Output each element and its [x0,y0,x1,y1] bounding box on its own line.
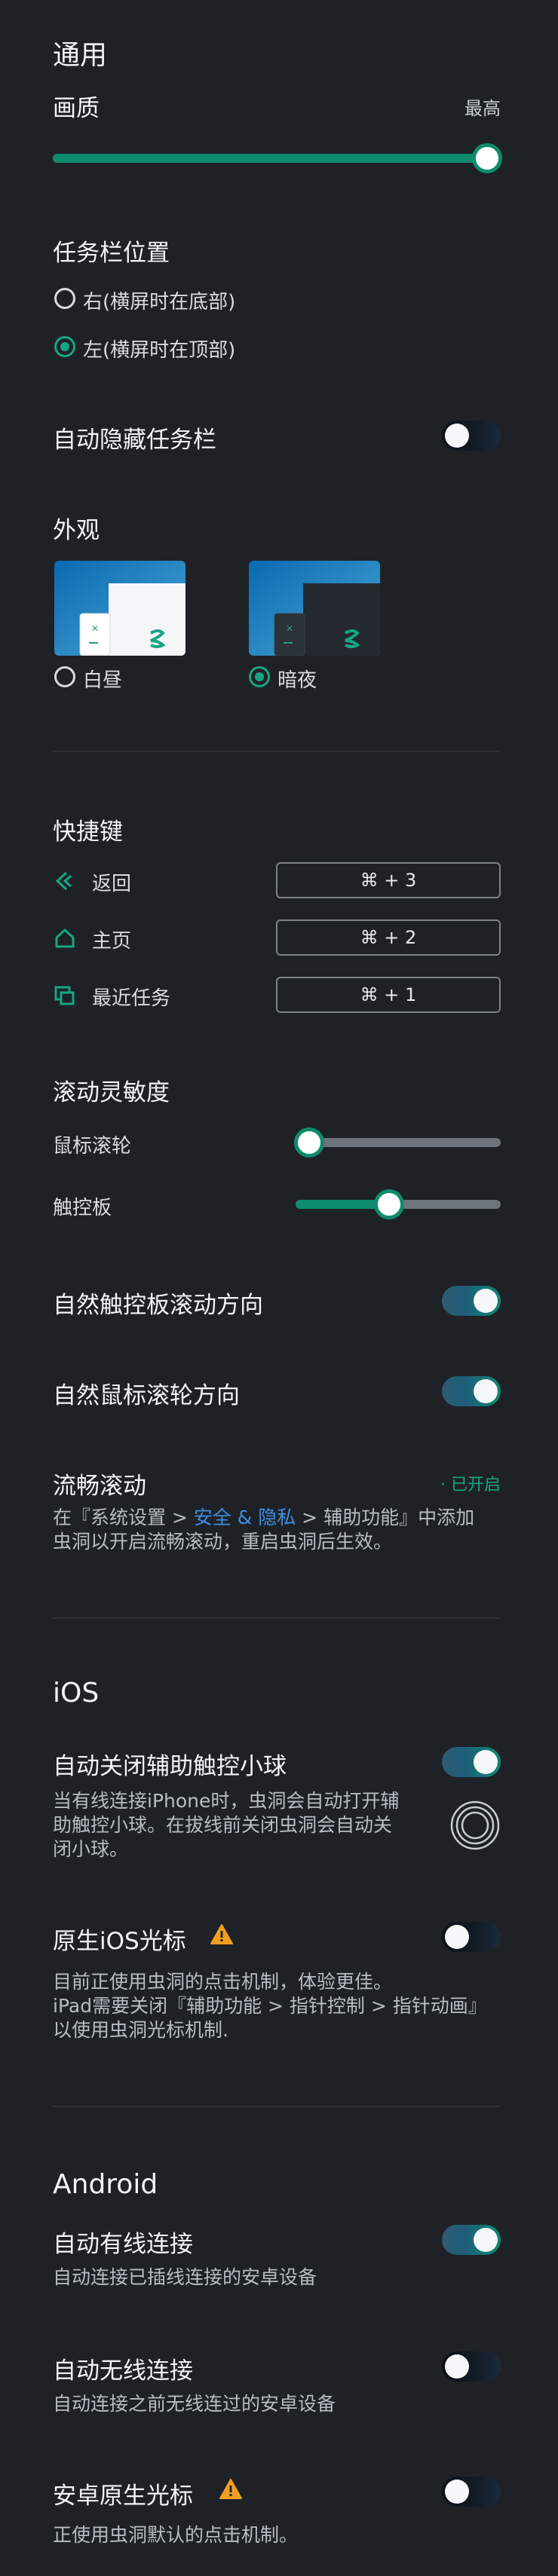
assistive-touch-ball-icon [449,1800,501,1854]
android-native-cursor-description: 正使用虫洞默认的点击机制。 [53,2524,299,2546]
auto-wireless-label: 自动无线连接 [53,2357,193,2385]
section-title-taskbar: 任务栏位置 [53,240,170,267]
warning-icon [219,2478,243,2501]
desc-line: 助触控小球。在拔线前关闭虫洞会自动关 [53,1814,393,1836]
desc-line: 当有线连接iPhone时，虫洞会自动打开辅 [53,1790,400,1812]
trackpad-slider-thumb[interactable] [374,1189,404,1219]
smooth-desc-text: > 辅助功能』中添加 [296,1507,475,1528]
desc-line: 以使用虫洞光标机制. [53,2019,228,2041]
shortcut-recent-label: 最近任务 [92,987,171,1010]
toggle-knob [474,1379,498,1403]
autohide-taskbar-toggle[interactable] [442,421,501,451]
smooth-scroll-status: · 已开启 [440,1476,501,1495]
divider [53,2106,499,2107]
shortcut-home-label: 主页 [92,930,132,953]
security-privacy-link[interactable]: 安全 & 隐私 [194,1507,296,1528]
assistive-touch-description: 当有线连接iPhone时，虫洞会自动打开辅 助触控小球。在拔线前关闭虫洞会自动关… [53,1789,399,1862]
desc-line: 闭小球。 [53,1838,129,1860]
autohide-taskbar-label: 自动隐藏任务栏 [53,427,216,454]
section-title-shortcuts: 快捷键 [53,818,123,846]
toggle-knob [445,1925,469,1949]
natural-mouse-label: 自然鼠标滚轮方向 [53,1382,240,1409]
natural-trackpad-toggle[interactable] [442,1286,501,1316]
trackpad-label: 触控板 [53,1197,112,1219]
svg-text:✕: ✕ [91,623,99,634]
back-icon [53,870,77,895]
quality-slider-thumb[interactable] [472,143,502,173]
smooth-desc-text: 虫洞以开启流畅滚动，重启虫洞后生效。 [53,1531,393,1553]
section-title-ios: iOS [53,1678,100,1709]
shortcut-back-label: 返回 [92,873,132,895]
desc-line: iPad需要关闭『辅助功能 > 指针控制 > 指针动画』 [53,1995,487,2017]
toggle-knob [445,2354,469,2379]
appearance-light-label: 白昼 [83,669,123,692]
auto-wired-label: 自动有线连接 [53,2231,193,2258]
taskbar-right-radio[interactable] [54,288,75,309]
appearance-light-radio[interactable] [54,666,75,687]
toggle-knob [474,1289,498,1313]
native-ios-cursor-description: 目前正使用虫洞的点击机制，体验更佳。 iPad需要关闭『辅助功能 > 指针控制 … [53,1970,487,2042]
auto-wired-toggle[interactable] [442,2225,501,2255]
svg-text:✕: ✕ [286,623,293,634]
appearance-dark-preview[interactable]: ✕ [249,561,380,656]
smooth-desc-text: 在『系统设置 > [53,1507,194,1528]
toggle-knob [474,2228,498,2252]
appearance-dark-label: 暗夜 [277,669,317,692]
section-title-appearance: 外观 [53,517,100,544]
quality-value-label: 最高 [464,98,501,119]
auto-wireless-description: 自动连接之前无线连过的安卓设备 [53,2393,336,2415]
toggle-knob [445,2480,469,2504]
toggle-knob [474,1750,498,1774]
toggle-knob [445,424,469,448]
shortcut-recent-key[interactable]: ⌘ + 1 [276,977,501,1013]
section-title-general: 通用 [53,40,108,71]
divider [53,751,499,752]
section-title-android: Android [53,2169,158,2200]
divider [53,1617,499,1619]
native-ios-cursor-toggle[interactable] [442,1922,501,1952]
desc-line: 目前正使用虫洞的点击机制，体验更佳。 [53,1971,393,1993]
auto-wireless-toggle[interactable] [442,2351,501,2382]
quality-slider[interactable] [53,154,487,163]
appearance-light-preview[interactable]: ✕ [54,561,185,656]
taskbar-left-label: 左(横屏时在顶部) [83,339,236,362]
natural-trackpad-label: 自然触控板滚动方向 [53,1292,263,1319]
smooth-scroll-title: 流畅滚动 [53,1473,146,1500]
appearance-dark-radio[interactable] [249,666,270,687]
shortcut-back-key[interactable]: ⌘ + 3 [276,862,501,898]
android-native-cursor-label: 安卓原生光标 [53,2483,193,2510]
warning-icon [210,1923,234,1946]
shortcut-home-key[interactable]: ⌘ + 2 [276,919,501,956]
mouse-wheel-slider-thumb[interactable] [294,1127,324,1158]
taskbar-left-radio[interactable] [54,336,75,357]
native-ios-cursor-label: 原生iOS光标 [53,1928,186,1955]
section-title-scroll: 滚动灵敏度 [53,1079,170,1106]
home-icon [53,927,77,953]
mouse-wheel-slider[interactable] [296,1138,501,1147]
quality-label: 画质 [53,95,100,122]
mouse-wheel-label: 鼠标滚轮 [53,1135,132,1158]
quality-slider-fill [53,154,487,163]
android-native-cursor-toggle[interactable] [442,2477,501,2507]
assistive-touch-label: 自动关闭辅助触控小球 [53,1753,287,1780]
smooth-scroll-description: 在『系统设置 > 安全 & 隐私 > 辅助功能』中添加 虫洞以开启流畅滚动，重启… [53,1506,505,1554]
taskbar-right-label: 右(横屏时在底部) [83,291,236,314]
assistive-touch-toggle[interactable] [442,1747,501,1777]
recent-tasks-icon [53,984,77,1010]
auto-wired-description: 自动连接已插线连接的安卓设备 [53,2266,317,2288]
natural-mouse-toggle[interactable] [442,1376,501,1406]
